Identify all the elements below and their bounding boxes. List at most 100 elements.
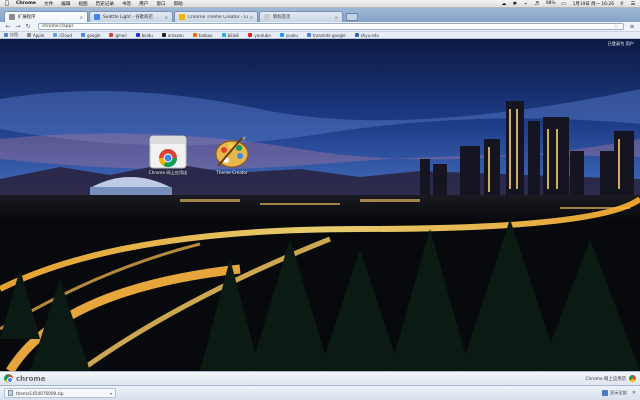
- battery-icon[interactable]: ▭: [561, 1, 567, 7]
- app-label: Theme Creator: [216, 170, 248, 175]
- bookmark-favicon-icon: [248, 33, 253, 37]
- bookmark-item[interactable]: 应用: [4, 32, 18, 38]
- bookmark-item[interactable]: gmail: [109, 32, 127, 38]
- chrome-logo-icon: [4, 374, 13, 383]
- clock[interactable]: 1月19日 周一 16:26: [573, 1, 614, 7]
- download-item[interactable]: theme1454076009.zip ▾: [4, 388, 116, 398]
- bluetooth-icon[interactable]: ✱: [512, 1, 518, 7]
- bookmark-favicon-icon: [27, 33, 31, 37]
- palette-icon: [215, 136, 249, 168]
- bookmark-favicon-icon: [80, 33, 85, 37]
- bookmark-item[interactable]: youtube: [248, 32, 271, 38]
- download-shelf: theme1454076009.zip ▾ 显示全部 ✕: [0, 385, 640, 400]
- bookmark-item[interactable]: Apple: [27, 33, 44, 38]
- menu-bar:  Chrome 文件 编辑 视图 历史记录 书签 用户 窗口 帮助 ☁ ✱ ⌁…: [0, 0, 640, 8]
- wifi-icon[interactable]: ⌁: [523, 1, 529, 7]
- toolbar: ← → ↻ chrome://apps ☆ ≡: [0, 22, 640, 32]
- show-all-downloads[interactable]: 显示全部 ✕: [602, 390, 636, 396]
- bookmark-item[interactable]: baidu: [135, 33, 153, 38]
- new-tab-page: 已登录为 用户 Chrome 网上应用店 Theme Creator: [0, 39, 640, 371]
- star-icon[interactable]: ☆: [612, 24, 620, 30]
- menu-edit[interactable]: 编辑: [61, 1, 70, 7]
- forward-arrow-icon[interactable]: →: [14, 23, 22, 30]
- search-icon[interactable]: ⚲: [619, 1, 625, 7]
- brand-text: chrome: [16, 374, 46, 383]
- dropbox-icon[interactable]: ☁: [501, 1, 507, 7]
- close-icon[interactable]: ✕: [632, 390, 636, 396]
- bookmark-item[interactable]: iCloud: [53, 33, 72, 38]
- chevron-down-icon[interactable]: ▾: [110, 391, 112, 396]
- seattle-night-background: [0, 39, 640, 371]
- tab-extensions[interactable]: 扩展程序 ✕: [4, 11, 88, 22]
- chrome-menu-icon[interactable]: ≡: [628, 23, 636, 30]
- tab-title: 新标签页: [273, 15, 291, 20]
- web-store-icon: [94, 14, 100, 20]
- close-icon[interactable]: ✕: [335, 15, 338, 20]
- app-theme-creator[interactable]: Theme Creator: [212, 134, 252, 175]
- menu-bookmarks[interactable]: 书签: [122, 1, 131, 7]
- blank-page-icon: [264, 14, 270, 20]
- back-arrow-icon[interactable]: ←: [4, 23, 12, 30]
- bookmark-label: zhyu.edu: [360, 32, 379, 38]
- menu-people[interactable]: 用户: [139, 1, 148, 7]
- signed-in-user-link[interactable]: 已登录为 用户: [608, 41, 634, 47]
- web-store-label[interactable]: Chrome 网上应用店: [585, 376, 626, 382]
- palette-icon: [179, 14, 185, 20]
- download-icon: [602, 390, 609, 396]
- close-icon[interactable]: ✕: [250, 15, 253, 20]
- bookmark-favicon-icon: [161, 33, 166, 37]
- bookmark-favicon-icon: [192, 33, 197, 37]
- chrome-brand: chrome: [4, 374, 45, 383]
- bookmark-item[interactable]: amazon: [161, 32, 184, 38]
- tab-theme-creator[interactable]: Chrome Theme Creator - Crea ✕: [174, 11, 258, 22]
- apple-icon[interactable]: : [4, 0, 10, 7]
- ntp-footer: chrome Chrome 网上应用店: [0, 371, 640, 385]
- status-area: ☁ ✱ ⌁ ♬ 98% ▭ 1月19日 周一 16:26 ⚲ ☰: [496, 1, 636, 7]
- bookmark-item[interactable]: taobao: [192, 32, 213, 38]
- puzzle-icon: [9, 14, 15, 20]
- menu-help[interactable]: 帮助: [174, 1, 183, 7]
- notification-center-icon[interactable]: ☰: [630, 1, 636, 7]
- bookmark-label: gmail: [115, 32, 127, 38]
- bookmark-favicon-icon: [354, 33, 359, 37]
- web-store-link[interactable]: Chrome 网上应用店: [585, 375, 636, 382]
- battery-percent: 98%: [545, 1, 556, 6]
- download-filename: theme1454076009.zip: [16, 390, 64, 396]
- url-text[interactable]: chrome://apps: [42, 24, 612, 29]
- menu-view[interactable]: 视图: [78, 1, 87, 7]
- bookmark-label: Apple: [33, 32, 45, 38]
- bookmark-label: 应用: [10, 32, 18, 37]
- menu-app-name[interactable]: Chrome: [16, 1, 36, 6]
- tab-seattle-light[interactable]: Seattle Light - 谷歌商店 ✕: [89, 11, 173, 22]
- menu-history[interactable]: 历史记录: [96, 1, 114, 7]
- menu-file[interactable]: 文件: [44, 1, 53, 7]
- menu-window[interactable]: 窗口: [156, 1, 165, 7]
- bookmark-item[interactable]: translate.google: [306, 32, 346, 38]
- bookmark-label: translate.google: [312, 32, 346, 38]
- bookmark-label: youtube: [254, 32, 271, 38]
- bookmark-item[interactable]: bilibili: [221, 32, 240, 38]
- bookmark-label: iCloud: [59, 32, 72, 38]
- bookmark-label: google: [86, 32, 101, 38]
- web-store-icon: [149, 135, 187, 169]
- bookmark-item[interactable]: zhyu.edu: [354, 32, 379, 38]
- new-tab-button[interactable]: [346, 13, 358, 21]
- tab-new-tab[interactable]: 新标签页 ✕: [259, 11, 343, 22]
- bookmark-label: bilibili: [227, 32, 240, 38]
- bookmark-label: taobao: [198, 32, 213, 38]
- address-bar[interactable]: chrome://apps ☆: [38, 23, 624, 30]
- bookmark-label: amazon: [167, 32, 184, 38]
- close-icon[interactable]: ✕: [80, 15, 83, 20]
- bookmark-item[interactable]: youku: [279, 33, 298, 38]
- bookmark-favicon-icon: [4, 33, 8, 37]
- app-chrome-web-store[interactable]: Chrome 网上应用店: [148, 134, 188, 175]
- tab-title: Seattle Light - 谷歌商店: [103, 15, 153, 20]
- bookmark-favicon-icon: [53, 33, 58, 37]
- web-store-icon[interactable]: [629, 375, 636, 382]
- bookmark-item[interactable]: google: [80, 32, 101, 38]
- close-icon[interactable]: ✕: [165, 15, 168, 20]
- reload-icon[interactable]: ↻: [24, 23, 32, 30]
- volume-icon[interactable]: ♬: [534, 1, 540, 7]
- bookmarks-bar: 应用 Apple iCloud google gmail baidu amazon taoba…: [0, 32, 640, 39]
- show-all-label[interactable]: 显示全部: [610, 390, 627, 396]
